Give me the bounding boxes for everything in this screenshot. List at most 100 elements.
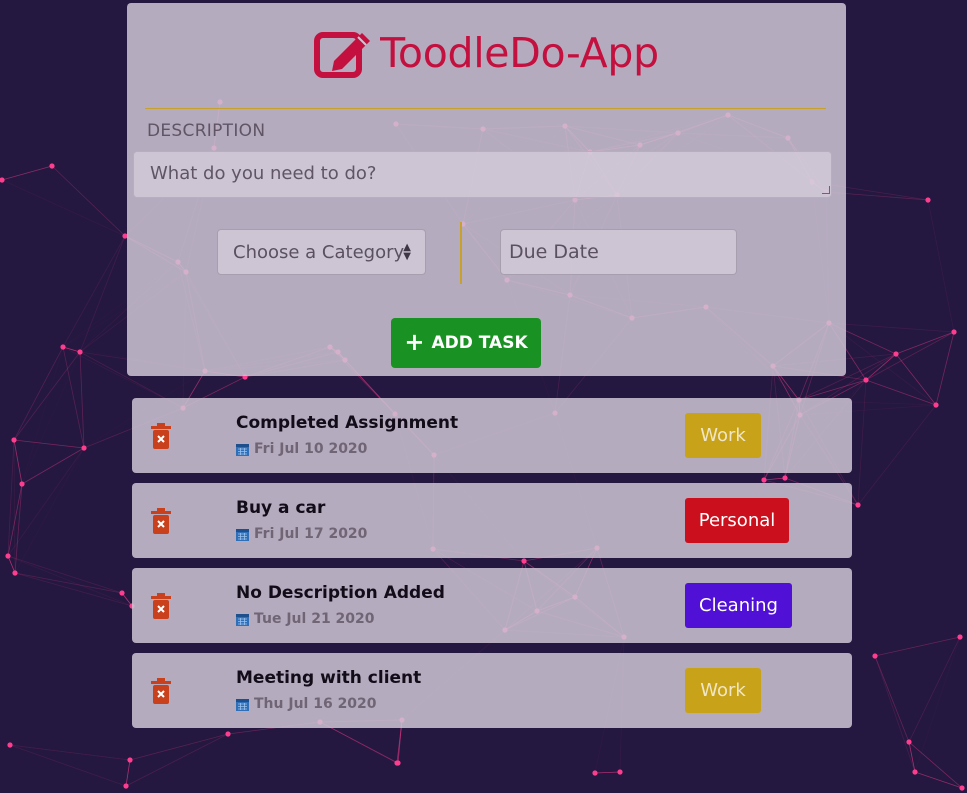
task-title: Buy a car xyxy=(236,498,326,518)
network-node xyxy=(617,769,623,775)
network-line xyxy=(84,448,122,593)
trash-icon[interactable] xyxy=(151,678,171,704)
task-item: No Description Added Tue Jul 21 2020 Cle… xyxy=(132,568,852,643)
network-line xyxy=(62,235,126,348)
network-node xyxy=(77,349,83,355)
due-date-input[interactable]: Due Date xyxy=(500,229,737,275)
network-line xyxy=(9,744,131,761)
category-tag: Work xyxy=(685,413,761,458)
network-node xyxy=(225,731,231,737)
network-node xyxy=(959,785,965,791)
app-title: ToodleDo-App xyxy=(380,29,659,77)
network-line xyxy=(935,331,955,406)
network-node xyxy=(5,553,11,559)
trash-icon[interactable] xyxy=(151,593,171,619)
task-date: Fri Jul 10 2020 xyxy=(236,441,367,457)
network-line xyxy=(914,636,961,773)
trash-icon[interactable] xyxy=(151,508,171,534)
category-tag: Cleaning xyxy=(685,583,792,628)
network-line xyxy=(865,379,937,406)
app-header: ToodleDo-App xyxy=(127,27,846,79)
network-line xyxy=(62,346,85,449)
network-node xyxy=(855,502,861,508)
network-node xyxy=(951,329,957,335)
network-line xyxy=(13,439,16,574)
task-date-text: Fri Jul 17 2020 xyxy=(254,526,368,542)
plus-icon: + xyxy=(404,327,425,356)
network-line xyxy=(895,331,955,355)
network-line xyxy=(828,322,955,333)
network-node xyxy=(12,570,18,576)
category-tag: Work xyxy=(685,668,761,713)
task-item: Completed Assignment Fri Jul 10 2020 Wor… xyxy=(132,398,852,473)
network-node xyxy=(893,351,899,357)
network-node xyxy=(19,481,25,487)
network-line xyxy=(594,771,621,774)
task-item: Buy a car Fri Jul 17 2020 Personal xyxy=(132,483,852,558)
network-line xyxy=(908,636,961,743)
resize-handle[interactable] xyxy=(822,186,830,194)
task-date-text: Tue Jul 21 2020 xyxy=(254,611,375,627)
network-line xyxy=(874,655,910,743)
network-node xyxy=(912,769,918,775)
network-node xyxy=(872,653,878,659)
task-item: Meeting with client Thu Jul 16 2020 Work xyxy=(132,653,852,728)
description-input[interactable] xyxy=(133,151,832,198)
network-node xyxy=(127,757,133,763)
network-line xyxy=(927,199,955,333)
field-divider xyxy=(460,222,462,284)
network-line xyxy=(1,165,53,181)
network-node xyxy=(60,344,66,350)
network-line xyxy=(874,655,916,773)
network-node xyxy=(7,742,13,748)
network-node xyxy=(123,783,129,789)
task-title: Meeting with client xyxy=(236,668,422,688)
network-line xyxy=(857,404,937,506)
calendar-icon xyxy=(236,698,249,711)
network-node xyxy=(592,770,598,776)
network-line xyxy=(9,744,127,787)
category-select-value: Choose a Category xyxy=(233,241,405,263)
task-title: Completed Assignment xyxy=(236,413,459,433)
task-date-text: Thu Jul 16 2020 xyxy=(254,696,377,712)
network-line xyxy=(125,759,131,787)
network-line xyxy=(874,636,961,657)
network-line xyxy=(319,721,399,764)
add-task-button[interactable]: + ADD TASK xyxy=(391,318,541,368)
network-node xyxy=(11,437,17,443)
network-line xyxy=(7,555,133,607)
network-line xyxy=(914,771,963,789)
task-date: Tue Jul 21 2020 xyxy=(236,611,375,627)
description-label: DESCRIPTION xyxy=(147,121,266,141)
network-line xyxy=(13,439,85,449)
network-line xyxy=(13,346,64,441)
trash-icon[interactable] xyxy=(151,423,171,449)
network-line xyxy=(857,379,867,506)
select-arrows-icon: ▲ ▼ xyxy=(403,242,411,262)
network-line xyxy=(865,353,897,381)
network-node xyxy=(395,760,401,766)
header-divider xyxy=(145,108,826,109)
network-node xyxy=(119,590,125,596)
network-line xyxy=(14,572,133,607)
network-line xyxy=(125,733,229,787)
task-form-card: ToodleDo-App DESCRIPTION Choose a Catego… xyxy=(127,3,846,376)
network-node xyxy=(782,475,788,481)
task-date: Fri Jul 17 2020 xyxy=(236,526,367,542)
calendar-icon xyxy=(236,613,249,626)
network-node xyxy=(933,402,939,408)
network-node xyxy=(906,739,912,745)
network-line xyxy=(763,477,786,481)
calendar-icon xyxy=(236,443,249,456)
network-node xyxy=(81,445,87,451)
category-select[interactable]: Choose a Category ▲ ▼ xyxy=(217,229,426,275)
network-line xyxy=(7,447,85,557)
task-date-text: Fri Jul 10 2020 xyxy=(254,441,368,457)
network-node xyxy=(925,197,931,203)
network-line xyxy=(129,733,229,761)
network-node xyxy=(957,634,963,640)
edit-icon xyxy=(314,32,371,78)
network-line xyxy=(13,439,23,485)
calendar-icon xyxy=(236,528,249,541)
network-node xyxy=(761,477,767,483)
